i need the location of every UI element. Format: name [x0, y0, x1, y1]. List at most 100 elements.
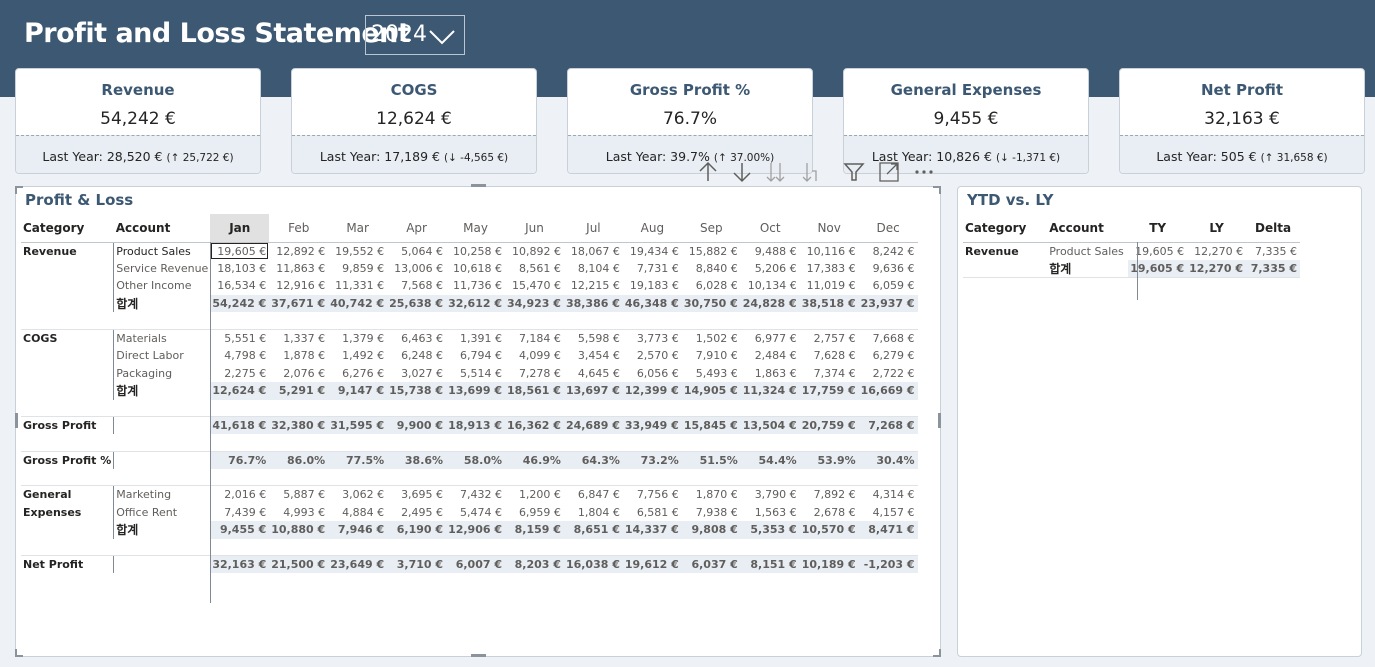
resize-handle-bottom[interactable]	[471, 654, 486, 657]
column-header-month[interactable]: Aug	[622, 214, 682, 243]
value-cell[interactable]: 7,335 €	[1246, 259, 1300, 278]
value-cell[interactable]: 76.7%	[210, 450, 270, 469]
column-header-month[interactable]: Nov	[799, 214, 859, 243]
value-cell[interactable]: 1,337 €	[269, 328, 329, 347]
column-header-month[interactable]: Apr	[387, 214, 447, 243]
value-cell[interactable]: 5,551 €	[210, 328, 270, 347]
value-cell[interactable]: 77.5%	[328, 450, 388, 469]
value-cell[interactable]: 6,794 €	[446, 347, 505, 365]
value-cell[interactable]: 21,500 €	[269, 555, 329, 574]
value-cell[interactable]: 7,628 €	[800, 347, 859, 365]
row-account[interactable]: Service Revenue	[113, 259, 211, 278]
value-cell[interactable]: 24,689 €	[563, 416, 623, 435]
row-category[interactable]	[963, 259, 1048, 278]
value-cell[interactable]: 5,598 €	[563, 328, 623, 347]
value-cell[interactable]: 4,993 €	[269, 504, 328, 522]
value-cell[interactable]: 13,697 €	[563, 382, 623, 400]
value-cell[interactable]: 53.9%	[799, 450, 859, 469]
value-cell[interactable]: 13,006 €	[387, 260, 446, 278]
row-account[interactable]: Other Income	[113, 277, 211, 295]
value-cell[interactable]: 18,561 €	[505, 382, 564, 400]
value-cell[interactable]: 4,314 €	[858, 485, 918, 504]
value-cell[interactable]: 16,362 €	[505, 416, 564, 435]
row-account[interactable]: 합계	[1047, 259, 1129, 278]
value-cell[interactable]: 11,019 €	[800, 277, 859, 295]
value-cell[interactable]: 6,028 €	[682, 277, 741, 295]
value-cell[interactable]: 30,750 €	[681, 294, 741, 313]
value-cell[interactable]: 54,242 €	[210, 294, 270, 313]
value-cell[interactable]: 10,134 €	[741, 277, 800, 295]
value-cell[interactable]: 6,279 €	[859, 347, 918, 365]
value-cell[interactable]: 7,938 €	[682, 504, 741, 522]
value-cell[interactable]: 11,324 €	[740, 382, 800, 400]
value-cell[interactable]: 12,215 €	[564, 277, 623, 295]
ytd-matrix[interactable]: Category Account TY LY Delta Revenue Prod…	[963, 214, 1300, 278]
value-cell[interactable]: 16,669 €	[858, 382, 918, 400]
row-account[interactable]: 합계	[113, 382, 211, 400]
profit-loss-matrix[interactable]: Category Account Jan Feb Mar Apr May Jun…	[21, 214, 918, 574]
value-cell[interactable]: 7,910 €	[682, 347, 741, 365]
value-cell[interactable]: 15,845 €	[681, 416, 741, 435]
value-cell[interactable]: 10,116 €	[800, 242, 859, 260]
arrow-down-icon[interactable]	[730, 160, 754, 184]
value-cell[interactable]: 11,863 €	[269, 260, 328, 278]
focus-mode-icon[interactable]	[877, 160, 901, 184]
value-cell[interactable]: 5,064 €	[387, 242, 446, 260]
row-account[interactable]	[113, 555, 211, 574]
value-cell[interactable]: 51.5%	[681, 450, 741, 469]
value-cell[interactable]: 7,278 €	[505, 365, 564, 383]
value-cell[interactable]: 7,892 €	[799, 485, 859, 504]
value-cell[interactable]: 86.0%	[269, 450, 329, 469]
row-account[interactable]	[113, 450, 211, 469]
value-cell[interactable]: 7,568 €	[387, 277, 446, 295]
value-cell[interactable]: 7,335 €	[1246, 242, 1300, 260]
value-cell[interactable]: 5,514 €	[446, 365, 505, 383]
resize-handle-left[interactable]	[15, 413, 18, 428]
value-cell[interactable]: 6,977 €	[740, 328, 800, 347]
value-cell[interactable]: 8,840 €	[682, 260, 741, 278]
row-account[interactable]: Marketing	[113, 485, 211, 504]
column-header-month[interactable]: Sep	[681, 214, 741, 243]
value-cell[interactable]: 37,671 €	[269, 294, 329, 313]
value-cell[interactable]: 2,722 €	[859, 365, 918, 383]
value-cell[interactable]: 2,275 €	[210, 365, 269, 383]
row-category[interactable]: Gross Profit %	[21, 450, 114, 469]
value-cell[interactable]: 15,470 €	[505, 277, 564, 295]
value-cell[interactable]: 5,493 €	[682, 365, 741, 383]
row-category[interactable]	[21, 295, 114, 313]
value-cell[interactable]: 1,391 €	[446, 328, 505, 347]
value-cell[interactable]: 32,380 €	[269, 416, 329, 435]
value-cell[interactable]: 1,563 €	[741, 504, 800, 522]
row-account[interactable]: Materials	[113, 328, 211, 347]
filter-icon[interactable]	[842, 160, 866, 184]
value-cell[interactable]: 8,471 €	[858, 521, 918, 539]
arrow-up-icon[interactable]	[696, 160, 720, 184]
value-cell[interactable]: 9,147 €	[328, 382, 388, 400]
value-cell[interactable]: 4,157 €	[859, 504, 918, 522]
value-cell[interactable]: 3,710 €	[387, 555, 447, 574]
value-cell[interactable]: 4,099 €	[505, 347, 564, 365]
value-cell[interactable]: 19,552 €	[328, 242, 387, 260]
column-header-category[interactable]: Category	[21, 214, 114, 243]
value-cell[interactable]: 6,037 €	[681, 555, 741, 574]
row-account[interactable]: Office Rent	[113, 503, 211, 522]
value-cell[interactable]: 17,759 €	[799, 382, 859, 400]
row-category[interactable]: Expenses	[21, 504, 114, 522]
resize-corner-bottom-right[interactable]	[933, 649, 941, 657]
row-category[interactable]: Net Profit	[21, 555, 114, 574]
column-header-ty[interactable]: TY	[1128, 214, 1188, 243]
value-cell[interactable]: 12,270 €	[1187, 242, 1246, 260]
value-cell[interactable]: 23,937 €	[858, 294, 918, 313]
value-cell[interactable]: 17,383 €	[800, 260, 859, 278]
column-header-ly[interactable]: LY	[1187, 214, 1247, 243]
value-cell[interactable]: 5,474 €	[446, 504, 505, 522]
value-cell[interactable]: 13,699 €	[446, 382, 505, 400]
value-cell[interactable]: 9,808 €	[681, 521, 741, 539]
value-cell[interactable]: 2,016 €	[210, 485, 270, 504]
value-cell[interactable]: 1,502 €	[681, 328, 741, 347]
row-category[interactable]	[21, 260, 114, 278]
row-category[interactable]: Revenue	[21, 242, 114, 260]
value-cell[interactable]: 8,651 €	[563, 521, 623, 539]
value-cell[interactable]: 11,736 €	[446, 277, 505, 295]
value-cell[interactable]: 13,504 €	[740, 416, 800, 435]
